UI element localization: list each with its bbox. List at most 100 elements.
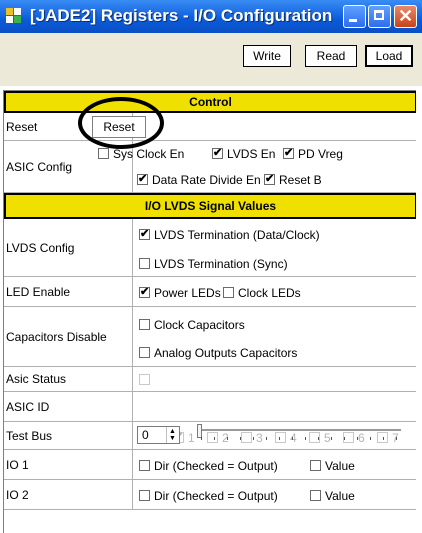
checkbox-io2-dir[interactable]: Dir (Checked = Output) xyxy=(139,488,278,503)
checkbox-box[interactable] xyxy=(137,172,148,186)
title-bar: [JADE2] Registers - I/O Configuration ✕ xyxy=(0,0,422,33)
section-header-io-lvds: I/O LVDS Signal Values xyxy=(4,193,416,219)
checkbox-label: Analog Outputs Capacitors xyxy=(154,345,298,360)
checkbox-asic-status xyxy=(139,372,150,386)
checkbox-analog-outputs-capacitors[interactable]: Analog Outputs Capacitors xyxy=(139,345,297,360)
section-header-control: Control xyxy=(4,91,416,113)
row-io1: IO 1 Dir (Checked = Output) Value xyxy=(4,450,416,480)
highlight-circle xyxy=(78,97,164,149)
read-button[interactable]: Read xyxy=(305,45,357,67)
close-button[interactable]: ✕ xyxy=(394,5,417,28)
checkbox-box[interactable] xyxy=(139,490,150,502)
checkbox-io2-value[interactable]: Value xyxy=(310,488,355,503)
checkbox-io1-value[interactable]: Value xyxy=(310,458,355,473)
checkbox-label: Data Rate Divide En xyxy=(152,172,261,187)
slider-tick xyxy=(318,437,319,440)
checkbox-label: Reset B xyxy=(279,172,322,187)
slider-tick xyxy=(331,437,332,440)
slider-tick xyxy=(214,437,215,440)
slider-tick xyxy=(344,437,345,440)
row-label-io1: IO 1 xyxy=(4,450,133,479)
spinner-down-icon[interactable]: ▼ xyxy=(169,435,176,442)
slider-tick xyxy=(266,437,267,440)
checkbox-label: Dir (Checked = Output) xyxy=(154,458,278,473)
slider-tick xyxy=(279,437,280,440)
toolbar xyxy=(0,33,422,86)
row-label-test-bus: Test Bus xyxy=(4,422,133,449)
checkbox-box[interactable] xyxy=(310,490,321,502)
checkbox-box[interactable] xyxy=(139,285,150,299)
row-label-lvds-config: LVDS Config xyxy=(4,219,133,276)
checkbox-label: LVDS Termination (Sync) xyxy=(154,256,288,271)
checkbox-lvds-termination-data-clock[interactable]: LVDS Termination (Data/Clock) xyxy=(139,227,320,242)
window-title: [JADE2] Registers - I/O Configuration xyxy=(30,6,333,25)
checkbox-lvds-termination-sync[interactable]: LVDS Termination (Sync) xyxy=(139,256,288,271)
checkbox-box[interactable] xyxy=(223,287,234,299)
checkbox-box[interactable] xyxy=(139,258,150,270)
row-capacitors-disable: Capacitors Disable Clock Capacitors Anal… xyxy=(4,307,416,367)
row-label-asic-id: ASIC ID xyxy=(4,392,133,421)
slider-tick xyxy=(227,437,228,440)
row-asic-config: ASIC Config Sys Clock En LVDS En PD Vreg… xyxy=(4,141,416,193)
checkbox-pd-vreg[interactable]: PD Vreg xyxy=(283,146,343,161)
checkbox-data-rate-divide-en[interactable]: Data Rate Divide En xyxy=(137,172,261,187)
slider-tick xyxy=(370,437,371,440)
slider-track xyxy=(201,429,401,431)
checkbox-box[interactable] xyxy=(264,172,275,186)
asic-id-slider[interactable] xyxy=(195,424,405,446)
checkbox-box[interactable] xyxy=(310,460,321,472)
checkbox-clock-leds[interactable]: Clock LEDs xyxy=(223,285,301,300)
slider-tick xyxy=(305,437,306,440)
row-label-io2: IO 2 xyxy=(4,480,133,509)
checkbox-label: LVDS En xyxy=(227,146,276,161)
checkbox-label: Value xyxy=(325,488,355,503)
slider-tick xyxy=(240,437,241,440)
spinner-up-icon[interactable]: ▲ xyxy=(169,428,176,435)
row-label-capacitors-disable: Capacitors Disable xyxy=(4,307,133,366)
row-io2: IO 2 Dir (Checked = Output) Value xyxy=(4,480,416,510)
minimize-button[interactable] xyxy=(343,5,366,28)
checkbox-box[interactable] xyxy=(98,148,109,160)
row-lvds-config: LVDS Config LVDS Termination (Data/Clock… xyxy=(4,219,416,277)
close-icon: ✕ xyxy=(397,6,414,26)
slider-tick xyxy=(383,437,384,440)
minimize-icon xyxy=(349,19,357,22)
checkbox-label: LVDS Termination (Data/Clock) xyxy=(154,227,320,242)
row-label-led-enable: LED Enable xyxy=(4,277,133,306)
row-led-enable: LED Enable Power LEDs Clock LEDs xyxy=(4,277,416,307)
checkbox-label: Clock LEDs xyxy=(238,285,301,300)
checkbox-label: PD Vreg xyxy=(298,146,343,161)
load-button[interactable]: Load xyxy=(365,45,413,67)
checkbox-box[interactable] xyxy=(139,227,150,241)
checkbox-io1-dir[interactable]: Dir (Checked = Output) xyxy=(139,458,278,473)
slider-thumb[interactable] xyxy=(197,424,202,438)
checkbox-clock-capacitors[interactable]: Clock Capacitors xyxy=(139,317,245,332)
slider-tick xyxy=(292,437,293,440)
checkbox-box[interactable] xyxy=(139,319,150,331)
asic-id-spinner[interactable]: 0 ▲ ▼ xyxy=(137,426,180,444)
asic-id-value: 0 xyxy=(142,428,149,442)
register-grid: Control Reset ASIC Config Sys Clock En L… xyxy=(3,90,416,533)
app-icon xyxy=(6,8,22,24)
checkbox-box[interactable] xyxy=(139,460,150,472)
checkbox-reset-b[interactable]: Reset B xyxy=(264,172,322,187)
checkbox-label: Dir (Checked = Output) xyxy=(154,488,278,503)
row-label-asic-status: Asic Status xyxy=(4,367,133,391)
test-bus-bit-label: 1 xyxy=(188,430,195,445)
checkbox-lvds-en[interactable]: LVDS En xyxy=(212,146,275,161)
checkbox-box xyxy=(139,374,150,386)
row-asic-id: ASIC ID xyxy=(4,392,416,422)
checkbox-box[interactable] xyxy=(283,146,294,160)
checkbox-label: Value xyxy=(325,458,355,473)
slider-tick xyxy=(201,437,202,440)
slider-tick xyxy=(357,437,358,440)
checkbox-power-leds[interactable]: Power LEDs xyxy=(139,285,221,300)
write-button[interactable]: Write xyxy=(243,45,291,67)
checkbox-box[interactable] xyxy=(139,347,150,359)
row-reset: Reset xyxy=(4,113,416,141)
maximize-icon xyxy=(374,10,384,20)
checkbox-box[interactable] xyxy=(212,146,223,160)
maximize-button[interactable] xyxy=(368,5,391,28)
slider-tick xyxy=(253,437,254,440)
slider-tick xyxy=(396,437,397,440)
